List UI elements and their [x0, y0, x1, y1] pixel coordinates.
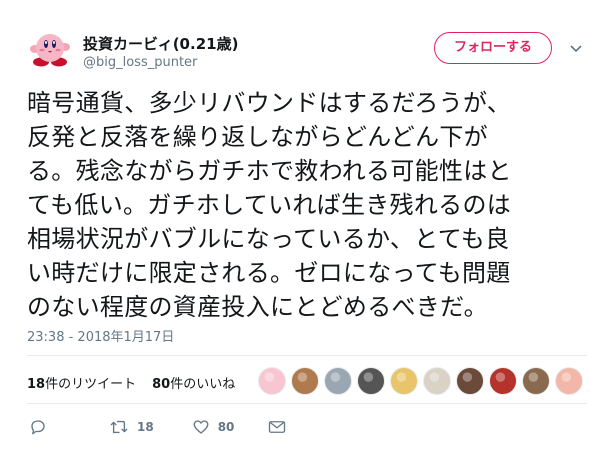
- reply-icon: [31, 420, 45, 435]
- like-stat-label: 件のいいね: [170, 377, 236, 392]
- kirby-avatar-icon[interactable]: [258, 367, 286, 395]
- follow-button[interactable]: フォローする: [434, 32, 552, 64]
- display-name[interactable]: 投資カービィ(0.21歳): [83, 33, 238, 54]
- like-button[interactable]: 80: [192, 418, 235, 436]
- tweet-line: 相場状況がバブルになっているか、とても良: [27, 225, 510, 253]
- tweet-text: 暗号通貨、多少リバウンドはするだろうが、 反発と反落を繰り返しながらどんどん下が…: [27, 86, 597, 324]
- red-avatar-icon[interactable]: [489, 367, 517, 395]
- kirby-avatar-icon: [30, 34, 70, 67]
- food-avatar-icon[interactable]: [291, 367, 319, 395]
- reply-button[interactable]: [29, 418, 47, 436]
- retweet-button[interactable]: 18: [109, 418, 154, 436]
- like-stat-count: 80: [152, 377, 171, 392]
- retweet-icon: [110, 420, 128, 434]
- default-avatar-icon[interactable]: [324, 367, 352, 395]
- tweet-line: 反発と反落を繰り返しながらどんどん下が: [27, 123, 488, 151]
- cartoon-avatar-icon[interactable]: [390, 367, 418, 395]
- tweet-line: ても低い。ガチホしていれば生き残れるのは: [27, 191, 512, 219]
- chevron-down-icon: [570, 45, 582, 53]
- likers-avatars: [258, 367, 583, 395]
- more-menu-button[interactable]: [568, 40, 584, 56]
- tweet-line: る。残念ながらガチホで救われる可能性はと: [27, 157, 512, 185]
- tweet-line: い時だけに限定される。ゼロになっても問題: [27, 259, 511, 287]
- action-bar: 18 80: [27, 415, 286, 439]
- tweet-line: のない程度の資産投入にとどめるべきだ。: [27, 293, 488, 321]
- user-avatar[interactable]: [30, 28, 70, 68]
- direct-message-button[interactable]: [268, 419, 286, 435]
- user-handle[interactable]: @big_loss_punter: [83, 55, 197, 70]
- divider: [27, 403, 587, 404]
- like-count: 80: [217, 420, 235, 434]
- retweet-stat-label: 件のリツイート: [45, 377, 137, 392]
- glasses-avatar-icon[interactable]: [456, 367, 484, 395]
- retweet-count: 18: [137, 420, 154, 434]
- retweet-stat-count: 18: [27, 377, 46, 392]
- anime-avatar-icon[interactable]: [555, 367, 583, 395]
- tweet-timestamp[interactable]: 23:38 - 2018年1月17日: [27, 326, 174, 345]
- portrait-avatar-icon[interactable]: [522, 367, 550, 395]
- monochrome-avatar-icon[interactable]: [357, 367, 385, 395]
- tweet-line: 暗号通貨、多少リバウンドはするだろうが、: [27, 89, 512, 117]
- tweet-stats: 18件のリツイート 80件のいいね: [27, 373, 235, 392]
- heart-icon: [193, 420, 209, 434]
- divider: [27, 355, 587, 356]
- cat-avatar-icon[interactable]: [423, 367, 451, 395]
- envelope-icon: [269, 421, 286, 433]
- like-stat[interactable]: 80件のいいね: [152, 377, 235, 392]
- retweet-stat[interactable]: 18件のリツイート: [27, 377, 136, 392]
